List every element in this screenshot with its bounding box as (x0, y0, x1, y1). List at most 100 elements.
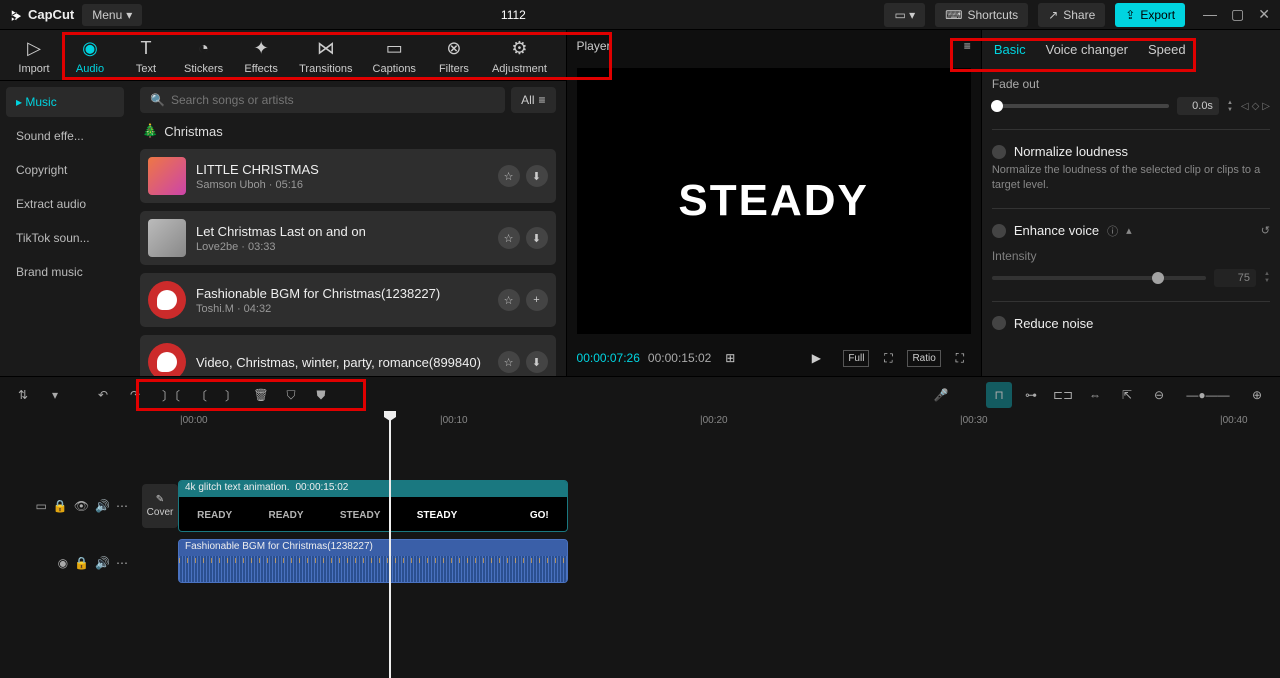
search-input-wrapper[interactable]: 🔍 (140, 87, 505, 113)
shield-check-icon[interactable]: ⛉ (278, 382, 304, 408)
zoom-out-icon[interactable]: ⊖ (1146, 382, 1172, 408)
fade-out-slider[interactable] (992, 104, 1169, 108)
keyframe-nav[interactable]: ◁◇▷ (1241, 101, 1270, 112)
mic-icon[interactable]: 🎤 (928, 382, 954, 408)
track-menu-icon[interactable]: ▭ (36, 499, 47, 513)
shortcuts-button[interactable]: ⌨ Shortcuts (935, 3, 1028, 27)
cover-button[interactable]: ✎ Cover (142, 484, 178, 528)
playhead[interactable] (389, 413, 391, 678)
full-button[interactable]: Full (843, 350, 869, 367)
filter-all-button[interactable]: All ≡ (511, 87, 555, 113)
magnet-icon[interactable]: ⊓ (986, 382, 1012, 408)
search-icon: 🔍 (150, 93, 165, 107)
favorite-icon[interactable]: ☆ (498, 289, 520, 311)
share-button[interactable]: ↗ Share (1038, 3, 1105, 27)
shield-icon[interactable]: ⛊ (308, 382, 334, 408)
play-icon[interactable]: ▶ (805, 347, 827, 369)
visibility-icon[interactable]: 👁 (74, 499, 89, 513)
export-button[interactable]: ⇪ Export (1115, 3, 1185, 27)
video-clip[interactable]: 4k glitch text animation.00:00:15:02 REA… (178, 480, 568, 532)
menu-button[interactable]: Menu ▾ (82, 4, 142, 26)
split-icon[interactable]: 〕〔 (158, 382, 184, 408)
mute-icon[interactable]: 🔊 (95, 556, 110, 570)
reset-icon[interactable]: ↺ (1261, 224, 1270, 237)
tab-stickers[interactable]: ◔Stickers (174, 38, 233, 75)
track-thumbnail (148, 219, 186, 257)
inspector-tab-speed[interactable]: Speed (1148, 42, 1186, 57)
favorite-icon[interactable]: ☆ (498, 227, 520, 249)
sort-icon[interactable]: ⇅ (10, 382, 36, 408)
track-menu-icon[interactable]: ◉ (58, 556, 68, 570)
search-input[interactable] (171, 93, 495, 107)
tab-filters[interactable]: ⊗Filters (426, 38, 482, 75)
fullscreen-icon[interactable]: ⛶ (949, 347, 971, 369)
favorite-icon[interactable]: ☆ (498, 351, 520, 373)
export-clip-icon[interactable]: ⇱ (1114, 382, 1140, 408)
minimize-icon[interactable]: — (1203, 6, 1217, 23)
download-icon[interactable]: ⬇ (526, 227, 548, 249)
collapse-icon[interactable]: ▴ (1126, 224, 1132, 237)
snap-icon[interactable]: ⊏⊐ (1050, 382, 1076, 408)
intensity-value[interactable]: 75 (1214, 269, 1256, 287)
inspector-tab-voice-changer[interactable]: Voice changer (1046, 42, 1128, 57)
track-item[interactable]: Let Christmas Last on and onLove2be · 03… (140, 211, 556, 265)
tab-text[interactable]: TText (118, 38, 174, 75)
lock-icon[interactable]: 🔒 (53, 499, 68, 513)
redo-icon[interactable]: ↷ (122, 382, 148, 408)
track-item[interactable]: LITTLE CHRISTMASSamson Uboh · 05:16 ☆⬇ (140, 149, 556, 203)
layout-button[interactable]: ▭ ▾ (884, 3, 925, 27)
close-icon[interactable]: ✕ (1258, 6, 1270, 23)
delete-icon[interactable]: 🗑 (248, 382, 274, 408)
category-sound-effects[interactable]: Sound effe... (6, 121, 124, 151)
panel-menu-icon[interactable]: ≡ (964, 39, 971, 53)
intensity-stepper[interactable]: ▲▼ (1264, 271, 1270, 284)
mute-icon[interactable]: 🔊 (95, 499, 110, 513)
download-icon[interactable]: ⬇ (526, 351, 548, 373)
more-icon[interactable]: ⋯ (116, 499, 128, 513)
lock-icon[interactable]: 🔒 (74, 556, 89, 570)
track-item[interactable]: Fashionable BGM for Christmas(1238227)To… (140, 273, 556, 327)
chevron-down-icon[interactable]: ▾ (42, 382, 68, 408)
clip-frame-text: STEADY (417, 510, 458, 521)
audio-clip[interactable]: Fashionable BGM for Christmas(1238227) (178, 539, 568, 583)
grid-icon[interactable]: ⊞ (719, 347, 741, 369)
info-icon[interactable]: ⓘ (1107, 223, 1118, 239)
tab-transitions[interactable]: ⋈Transitions (289, 38, 362, 75)
crop-icon[interactable]: ⛶ (877, 347, 899, 369)
more-icon[interactable]: ⋯ (116, 556, 128, 570)
category-extract-audio[interactable]: Extract audio (6, 189, 124, 219)
link-icon[interactable]: ⊶ (1018, 382, 1044, 408)
zoom-in-icon[interactable]: ⊕ (1244, 382, 1270, 408)
align-icon[interactable]: ⇔ (1082, 382, 1108, 408)
intensity-slider[interactable] (992, 276, 1206, 280)
favorite-icon[interactable]: ☆ (498, 165, 520, 187)
maximize-icon[interactable]: ▢ (1231, 6, 1244, 23)
ratio-button[interactable]: Ratio (907, 350, 940, 367)
trim-left-icon[interactable]: 〔 (188, 382, 214, 408)
trim-right-icon[interactable]: 〕 (218, 382, 244, 408)
category-copyright[interactable]: Copyright (6, 155, 124, 185)
track-item[interactable]: Video, Christmas, winter, party, romance… (140, 335, 556, 376)
text-icon: T (141, 38, 152, 59)
enhance-checkbox[interactable] (992, 224, 1006, 238)
timeline-ruler[interactable]: |00:00 |00:10 |00:20 |00:30 |00:40 (180, 413, 1280, 435)
tab-adjustment[interactable]: ⚙Adjustment (482, 38, 557, 75)
download-icon[interactable]: ⬇ (526, 165, 548, 187)
zoom-slider[interactable]: —●—— (1178, 382, 1238, 408)
fade-out-value[interactable]: 0.0s (1177, 97, 1219, 115)
normalize-checkbox[interactable] (992, 145, 1006, 159)
tab-effects[interactable]: ✦Effects (233, 38, 289, 75)
fade-out-stepper[interactable]: ▲▼ (1227, 100, 1233, 113)
category-tiktok-sound[interactable]: TikTok soun... (6, 223, 124, 253)
category-brand-music[interactable]: Brand music (6, 257, 124, 287)
add-icon[interactable]: + (526, 289, 548, 311)
tab-captions[interactable]: ▭Captions (363, 38, 426, 75)
inspector-tab-basic[interactable]: Basic (994, 42, 1026, 57)
tab-import[interactable]: ▷Import (6, 38, 62, 75)
category-music[interactable]: ▸ Music (6, 87, 124, 117)
tab-audio[interactable]: ◉Audio (62, 38, 118, 75)
preview-canvas[interactable]: STEADY (577, 68, 971, 334)
undo-icon[interactable]: ↶ (90, 382, 116, 408)
reduce-noise-checkbox[interactable] (992, 316, 1006, 330)
clip-frame-text: STEADY (340, 510, 381, 521)
